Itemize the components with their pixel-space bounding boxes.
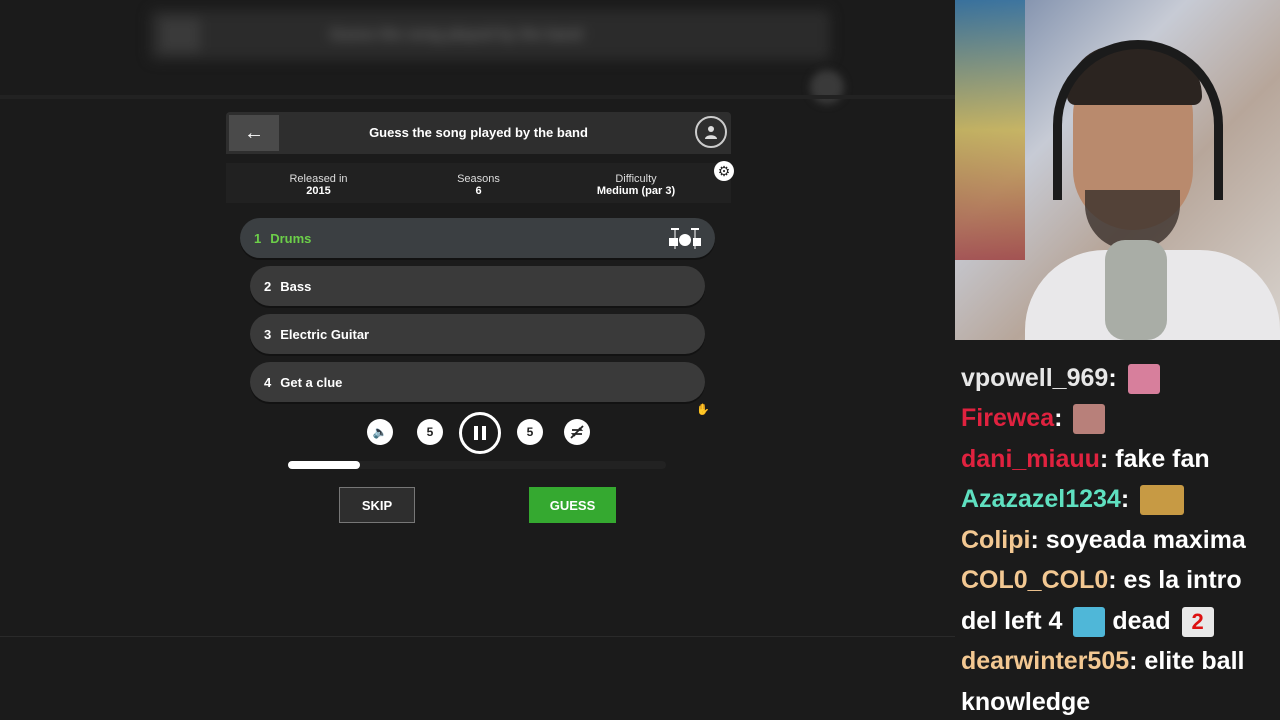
- guess-button[interactable]: GUESS: [529, 487, 616, 523]
- chat-username: Colipi: [961, 525, 1031, 554]
- chat-message: Colipi: soyeada maxima: [961, 525, 1246, 554]
- webcam-background: [955, 0, 1025, 260]
- info-label: Difficulty: [615, 173, 657, 185]
- chat-username: COL0_COL0: [961, 566, 1109, 594]
- chat-message: dani_miauu: fake fan: [961, 444, 1210, 473]
- chat-message: COL0_COL0: es la intro del left 4 dead 2: [961, 560, 1279, 641]
- track-electric-guitar[interactable]: 3 Electric Guitar: [250, 314, 705, 354]
- microphone: [1105, 240, 1167, 340]
- back-button[interactable]: ←: [229, 115, 279, 151]
- track-number: 4: [264, 374, 272, 390]
- profile-button[interactable]: [695, 116, 727, 148]
- chat-message: Firewea:: [961, 398, 1279, 439]
- info-value: 6: [475, 185, 482, 197]
- chat-username: dearwinter505: [961, 647, 1130, 675]
- chat-messages: vpowell_969: Firewea: dani_miauu: fake f…: [961, 364, 1279, 720]
- rewind-button[interactable]: 5: [417, 419, 443, 445]
- headphones: [1053, 40, 1223, 200]
- track-number: 2: [264, 278, 272, 294]
- track-drums[interactable]: 1 Drums: [240, 218, 715, 258]
- chat-panel: vpowell_969: Firewea: dani_miauu: fake f…: [955, 340, 1280, 720]
- forward-5-icon: 5: [526, 425, 534, 439]
- track-get-a-clue[interactable]: 4 Get a clue: [250, 362, 705, 402]
- speaker-icon: 🔈: [372, 425, 388, 439]
- face-emote-icon: [1073, 404, 1106, 435]
- info-label: Released in: [289, 173, 348, 185]
- blurred-title: Guess the song played by the band: [330, 26, 583, 43]
- pause-button[interactable]: [459, 412, 501, 454]
- chat-username: vpowell_969: [961, 363, 1109, 392]
- page-title: Guess the song played by the band: [369, 125, 588, 140]
- song-info-bar: Released in 2015 Seasons 6 Difficulty Me…: [226, 163, 731, 203]
- info-value: Medium (par 3): [596, 185, 676, 197]
- blue-emote-icon: [1073, 606, 1106, 637]
- pause-icon: [474, 426, 486, 440]
- info-seasons: Seasons 6: [436, 173, 521, 197]
- user-icon: [705, 126, 717, 139]
- blurred-logo: [160, 18, 200, 52]
- chat-message: vpowell_969:: [961, 358, 1279, 399]
- chat-message: Azazazel1234:: [961, 479, 1279, 520]
- webcam-feed: [955, 0, 1280, 340]
- track-label: Get a clue: [280, 374, 343, 390]
- track-label: Drums: [270, 230, 312, 246]
- volume-button[interactable]: 🔈: [367, 419, 393, 445]
- info-label: Seasons: [457, 173, 500, 185]
- number-two-emote-icon: 2: [1181, 606, 1214, 637]
- info-value: 2015: [306, 185, 331, 197]
- chat-username: dani_miauu: [961, 444, 1100, 473]
- rewind-5-icon: 5: [426, 425, 434, 439]
- track-number: 1: [254, 230, 262, 246]
- skip-button[interactable]: SKIP: [339, 487, 415, 523]
- arrow-left-icon: ←: [244, 121, 264, 144]
- divider: [0, 636, 955, 637]
- blurred-nav: [0, 95, 955, 99]
- blurred-site-header: Guess the song played by the band: [150, 10, 830, 60]
- track-number: 3: [264, 326, 272, 342]
- settings-gear-icon[interactable]: ⚙: [714, 161, 734, 181]
- playback-progress[interactable]: [288, 461, 666, 469]
- chat-username: Azazazel1234: [961, 485, 1121, 513]
- pink-emote-icon: [1127, 363, 1160, 394]
- chat-text: fake fan: [1115, 444, 1210, 473]
- track-bass[interactable]: 2 Bass: [250, 266, 705, 306]
- playback-progress-fill: [288, 461, 360, 469]
- repeat-off-icon: [570, 425, 584, 439]
- loop-off-button[interactable]: [564, 419, 590, 445]
- chat-text: soyeada maxima: [1045, 525, 1246, 554]
- forward-button[interactable]: 5: [517, 419, 543, 445]
- track-label: Bass: [280, 278, 312, 294]
- chat-username: Firewea: [961, 404, 1055, 432]
- game-header: Guess the song played by the band ←: [226, 112, 731, 154]
- info-released: Released in 2015: [276, 173, 361, 197]
- info-difficulty: Difficulty Medium (par 3): [576, 173, 696, 197]
- hood-emote-icon: [1140, 485, 1185, 516]
- drum-kit-icon: [669, 228, 701, 249]
- track-label: Electric Guitar: [280, 326, 370, 342]
- chat-text: dead: [1112, 606, 1171, 635]
- chat-message: dearwinter505: elite ball knowledge: [961, 647, 1245, 716]
- mouse-cursor-icon: ✋: [696, 404, 710, 416]
